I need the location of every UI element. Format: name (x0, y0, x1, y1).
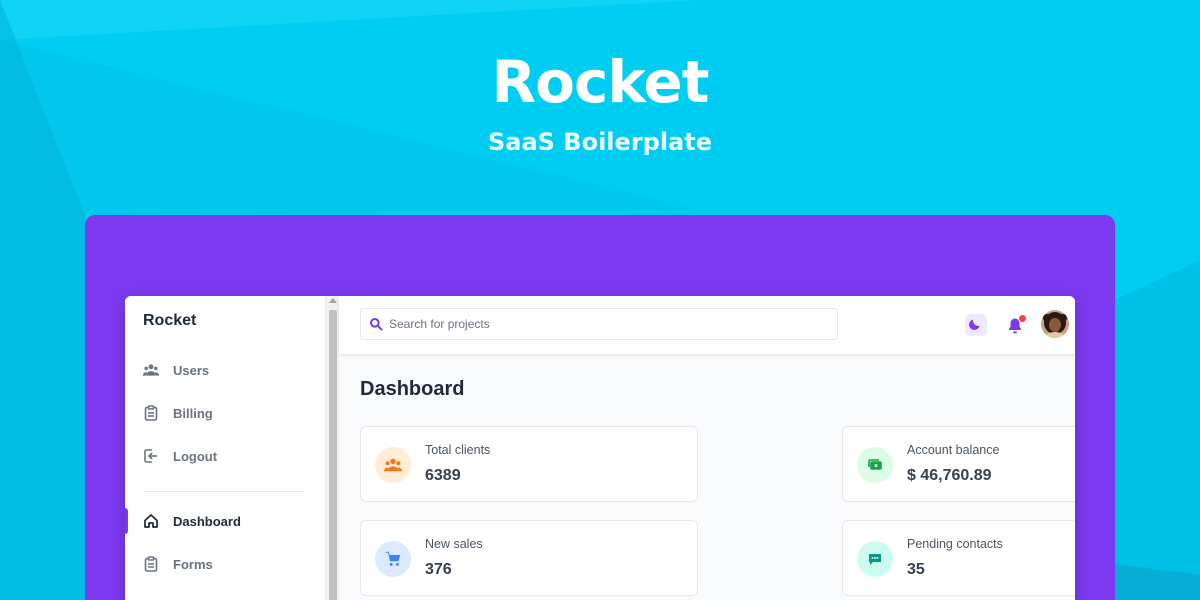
sidebar-item-label: Forms (173, 556, 213, 572)
clipboard-icon (143, 556, 159, 572)
sidebar-item-dashboard[interactable]: Dashboard (125, 506, 325, 536)
scrollbar-thumb[interactable] (329, 310, 337, 600)
stat-value: 6389 (425, 467, 461, 484)
page-title: Dashboard (360, 378, 465, 400)
stat-value: 35 (907, 561, 925, 578)
main-content: Dashboard Total clients 6389 Account bal… (339, 296, 1075, 600)
stat-card-pending-contacts: Pending contacts 35 (842, 520, 1075, 596)
stat-card-new-sales: New sales 376 (360, 520, 698, 596)
notifications-button[interactable] (1005, 314, 1027, 336)
users-icon (375, 447, 411, 483)
sidebar-item-users[interactable]: Users (125, 355, 325, 385)
clipboard-icon (143, 405, 159, 421)
search-input[interactable] (389, 317, 829, 331)
stat-label: Pending contacts (907, 537, 1003, 551)
sidebar-item-label: Users (173, 362, 210, 378)
stat-card-total-clients: Total clients 6389 (360, 426, 698, 502)
sidebar-item-forms[interactable]: Forms (125, 549, 325, 579)
app-window: Rocket Users Billing Logout Dashboard Fo… (125, 296, 1075, 600)
sidebar-scrollbar[interactable] (325, 296, 339, 600)
top-bar (339, 296, 1075, 354)
theme-toggle-button[interactable] (965, 314, 987, 336)
sidebar-divider (143, 491, 305, 492)
cart-icon (375, 541, 411, 577)
cash-icon (857, 447, 893, 483)
sidebar-item-label: Dashboard (173, 513, 241, 529)
users-icon (143, 362, 159, 378)
sidebar-item-label: Billing (173, 405, 213, 421)
logout-icon (143, 448, 159, 464)
notification-dot (1019, 315, 1026, 322)
stat-label: Account balance (907, 443, 1000, 457)
home-icon (143, 513, 159, 529)
sidebar-brand: Rocket (143, 312, 197, 329)
hero-subtitle: SaaS Boilerplate (487, 128, 712, 156)
sidebar: Rocket Users Billing Logout Dashboard Fo… (125, 296, 325, 600)
stat-value: 376 (425, 561, 452, 578)
sidebar-item-label: Logout (173, 448, 218, 464)
stat-value: $ 46,760.89 (907, 467, 992, 484)
moon-icon (969, 316, 983, 335)
avatar[interactable] (1041, 310, 1069, 338)
chat-icon (857, 541, 893, 577)
search-icon (369, 317, 383, 331)
stat-label: Total clients (425, 443, 491, 457)
stat-label: New sales (425, 537, 483, 551)
search-box[interactable] (360, 308, 838, 340)
stat-card-account-balance: Account balance $ 46,760.89 (842, 426, 1075, 502)
hero-title: Rocket (491, 48, 710, 116)
sidebar-item-billing[interactable]: Billing (125, 398, 325, 428)
scroll-up-arrow-icon[interactable] (329, 298, 337, 303)
sidebar-item-logout[interactable]: Logout (125, 441, 325, 471)
